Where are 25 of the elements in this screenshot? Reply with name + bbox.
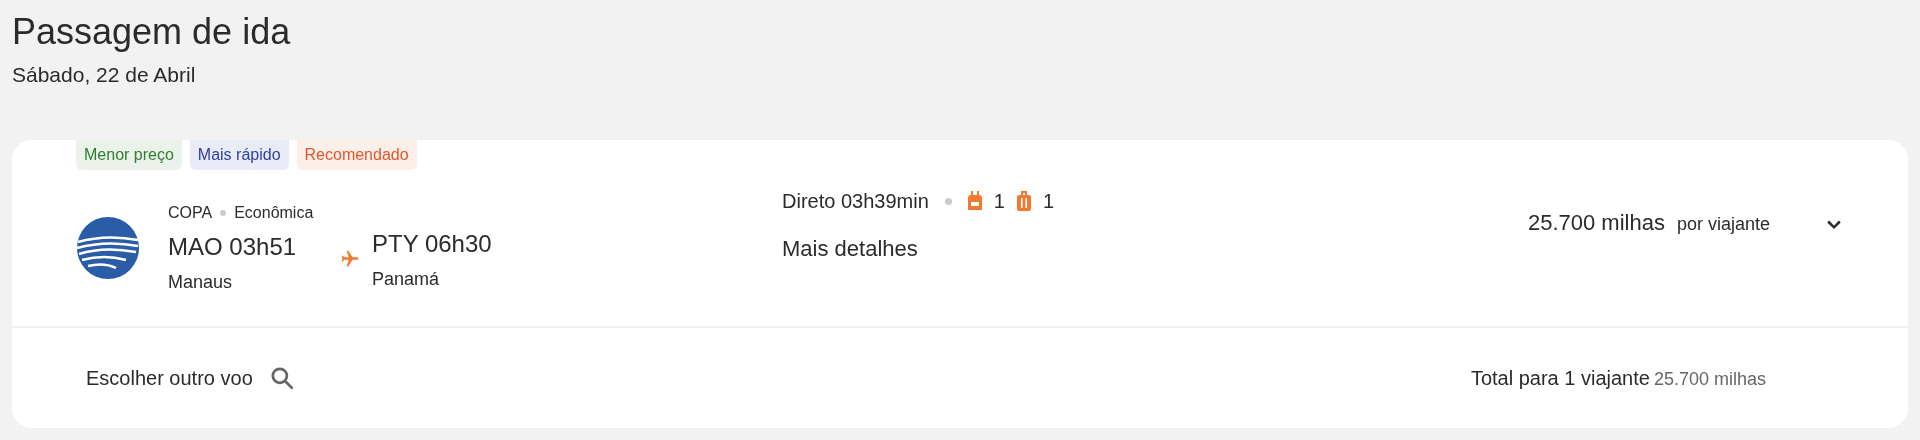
arrival-time: PTY 06h30	[372, 228, 492, 259]
airline-name: COPA	[168, 202, 213, 223]
page-title: Passagem de ida	[12, 10, 291, 54]
price: 25.700 milhas	[1527, 209, 1665, 237]
total-value: 25.700 milhas	[1653, 368, 1766, 391]
arrival-city: Panamá	[372, 267, 440, 291]
tag: Menor preço	[76, 140, 182, 170]
backpack-icon	[967, 191, 982, 211]
carry-on-count: 1	[993, 189, 1005, 214]
total-label: Total para 1 viajante	[1470, 366, 1650, 391]
tag: Recomendado	[296, 140, 417, 170]
checked-bag-count: 1	[1042, 189, 1054, 214]
suitcase-icon	[1016, 191, 1031, 211]
search-icon	[268, 365, 295, 391]
date-subtitle: Sábado, 22 de Abril	[12, 62, 196, 88]
departure-city: Manaus	[168, 270, 233, 294]
price-unit: por viajante	[1676, 213, 1770, 236]
departure-time: MAO 03h51	[168, 231, 297, 262]
flight-duration: Direto 03h39min	[782, 189, 929, 214]
cabin-class: Econômica	[234, 202, 314, 223]
choose-other-flight-button[interactable]: Escolher outro voo	[86, 363, 295, 393]
airline-logo	[76, 216, 140, 280]
airplane-icon	[340, 249, 360, 269]
details-link[interactable]: Mais detalhes	[782, 232, 918, 265]
tag: Mais rápido	[189, 140, 289, 170]
